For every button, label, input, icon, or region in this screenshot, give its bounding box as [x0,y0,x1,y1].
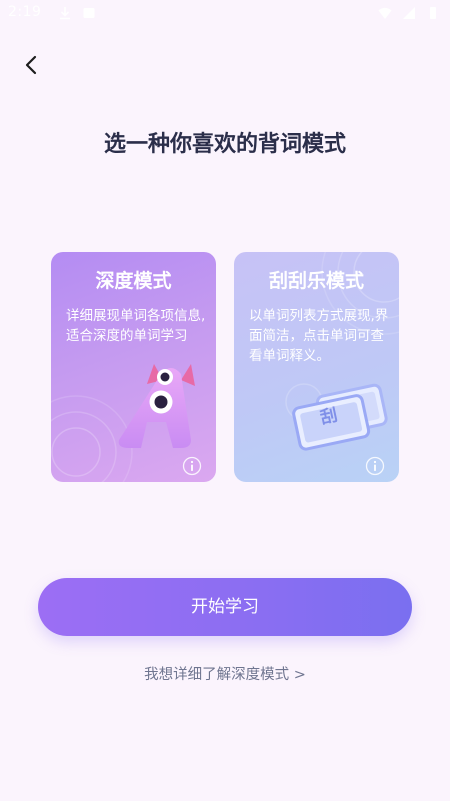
wifi-icon [378,7,392,19]
start-learning-button[interactable]: 开始学习 [38,578,412,636]
status-bar: 2:19 [0,0,450,30]
scratch-mode-title: 刮刮乐模式 [268,270,364,292]
info-icon[interactable] [182,456,202,476]
deep-mode-card[interactable]: 深度模式 详细展现单词各项信息,适合深度的单词学习 [51,252,216,482]
status-time: 2:19 [8,4,42,20]
learn-more-link[interactable]: 我想详细了解深度模式 > [0,663,450,684]
deep-mode-title: 深度模式 [95,270,172,292]
deep-mode-description: 详细展现单词各项信息,适合深度的单词学习 [66,308,206,344]
page-title: 选一种你喜欢的背词模式 [103,132,346,157]
info-icon[interactable] [365,456,385,476]
scratch-mode-description: 以单词列表方式展现,界面简洁，点击单词可查看单词释义。 [249,308,389,364]
download-icon [60,7,70,20]
image-icon [83,8,95,18]
back-button[interactable] [18,52,44,78]
scratch-mode-card[interactable]: 刮刮乐模式 以单词列表方式展现,界面简洁，点击单词可查看单词释义。 刮 [234,252,399,482]
chevron-left-icon [25,55,37,75]
battery-icon [430,7,436,19]
signal-icon [403,7,415,19]
